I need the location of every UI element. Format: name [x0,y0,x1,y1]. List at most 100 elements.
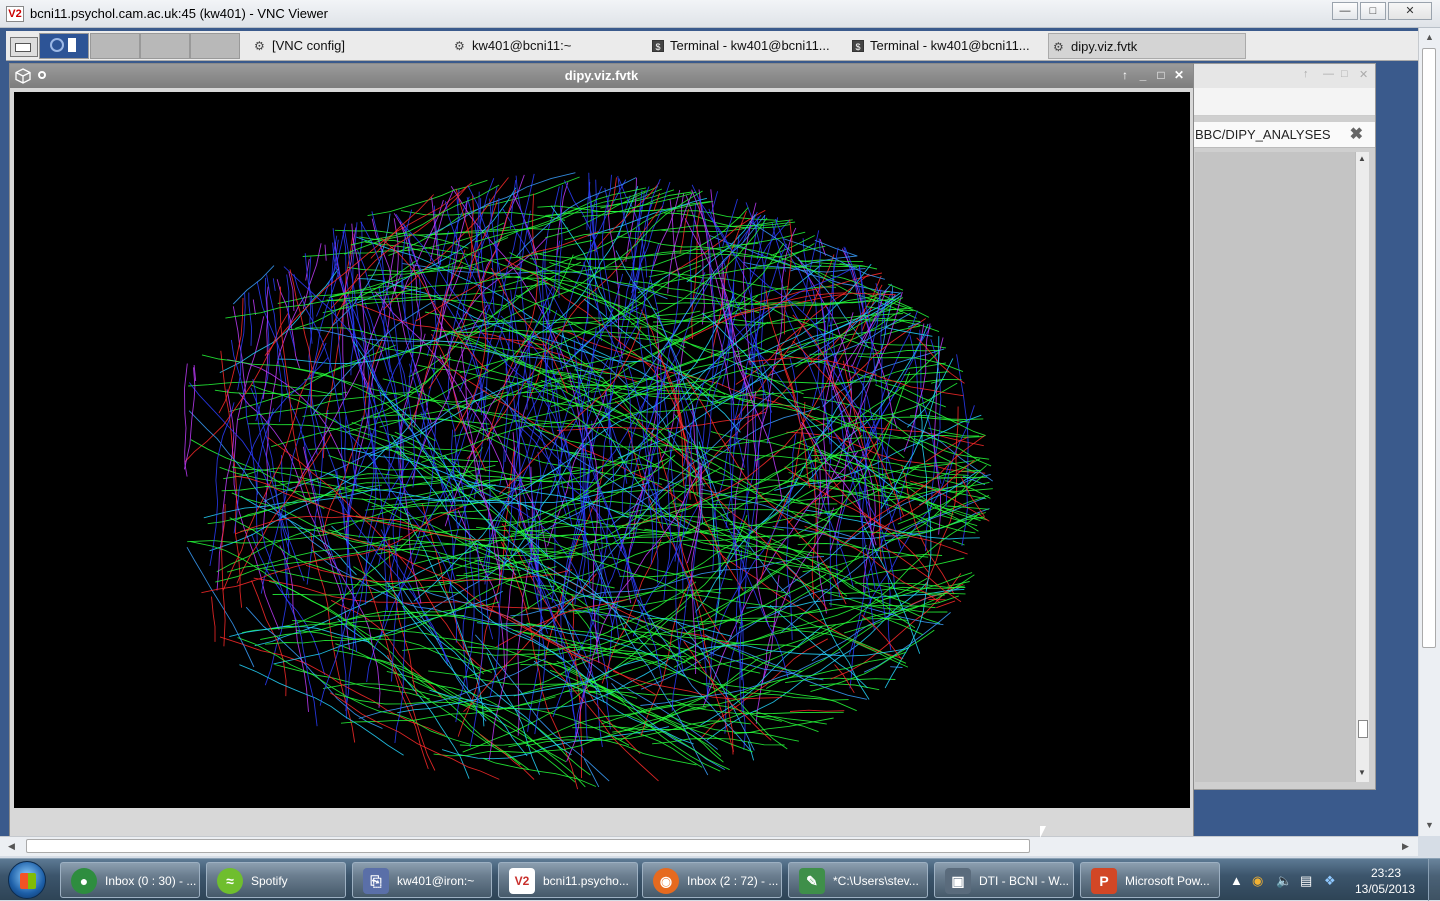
show-desktop-button[interactable] [1428,859,1440,901]
task-dipy-viz-fvtk[interactable]: ⚙ dipy.viz.fvtk [1048,33,1246,59]
terminal-icon: $ [652,40,664,52]
streamline [260,615,555,639]
show-desktop-button[interactable] [10,37,38,57]
streamline [785,678,895,683]
streamline [921,324,924,342]
streamline [187,547,254,667]
firefox-icon: ◉ [653,868,679,894]
streamline [451,186,583,461]
vertical-scrollbar[interactable]: ▲ ▼ [1355,152,1369,782]
task-terminal-2[interactable]: $ Terminal - kw401@bcni11... [848,33,1046,59]
streamline [653,291,890,322]
scroll-up-icon[interactable]: ▲ [1358,154,1366,163]
maximize-icon[interactable]: □ [1360,2,1386,20]
streamline [403,264,668,299]
streamline [331,236,337,286]
dipy-window-title: dipy.viz.fvtk [10,68,1193,83]
streamline [220,268,339,373]
taskbar-notepad[interactable]: ✎ *C:\Users\stev... [788,862,928,898]
streamline [368,180,488,215]
dropbox-icon[interactable]: ❖ [1324,873,1336,889]
terminal-icon: $ [852,40,864,52]
scroll-up-icon[interactable]: ▲ [1425,32,1434,42]
gear-icon: ⚙ [1053,41,1065,53]
windows-taskbar: ● Inbox (0 : 30) - ... ≈ Spotify ⎘ kw401… [0,858,1440,900]
task-kw401-bcni11[interactable]: ⚙ kw401@bcni11:~ [450,33,640,59]
tractography-render-canvas[interactable] [14,92,1190,808]
remote-desktop[interactable]: ⚙ [VNC config] ⚙ kw401@bcni11:~ $ Termin… [0,28,1418,836]
streamline [790,710,844,711]
start-button[interactable] [8,861,46,899]
streamline [212,597,216,642]
vnc-horizontal-scrollbar[interactable]: ◀ ▶ [0,836,1418,856]
close-tab-icon[interactable]: ✖ [1350,124,1363,144]
tray-app-icon[interactable]: ◉ [1252,873,1263,889]
close-icon[interactable]: ✕ [1359,68,1368,81]
streamline [511,457,819,618]
workspace-2[interactable] [90,33,140,59]
putty-icon: ⎘ [363,868,389,894]
task-vnc-config[interactable]: ⚙ [VNC config] [250,33,440,59]
raise-icon[interactable]: ↑ [1118,67,1132,83]
gear-icon: ⚙ [254,40,266,52]
workspace-1[interactable] [39,33,89,59]
taskbar-chrome[interactable]: ● Inbox (0 : 30) - ... [60,862,200,898]
background-window-toolbar [1189,88,1375,116]
streamline [927,595,945,596]
dipy-titlebar[interactable]: dipy.viz.fvtk ↑ _ □ ✕ [10,64,1193,88]
streamline [671,504,829,522]
streamline [940,477,987,478]
maximize-icon[interactable]: □ [1154,67,1168,83]
taskbar-network-drive[interactable]: ▣ DTI - BCNI - W... [934,862,1074,898]
location-tab[interactable]: BBC/DIPY_ANALYSES ✖ [1189,122,1375,148]
powerpoint-icon: P [1091,868,1117,894]
streamline [815,240,858,256]
close-icon[interactable]: ✕ [1388,2,1432,20]
scroll-down-icon[interactable]: ▼ [1358,768,1366,777]
pin-icon[interactable]: ↑ [1303,68,1309,80]
streamline [757,717,827,725]
file-pane[interactable] [1195,152,1355,782]
streamline [881,299,901,548]
scrollbar-thumb[interactable] [1358,720,1368,738]
workspace-3[interactable] [140,33,190,59]
streamline [831,573,961,679]
background-window-titlebar: ↑ — □ ✕ [1189,64,1375,88]
volume-icon[interactable]: 🔈 [1276,873,1292,889]
workspace-4[interactable] [190,33,240,59]
dipy-window[interactable]: dipy.viz.fvtk ↑ _ □ ✕ [9,63,1194,838]
scrollbar-thumb[interactable] [26,839,1030,853]
minimize-icon[interactable]: _ [1136,67,1150,83]
streamline [395,432,598,642]
streamline [904,372,949,375]
vnc-vertical-scrollbar[interactable]: ▲ ▼ [1418,28,1440,836]
taskbar-putty[interactable]: ⎘ kw401@iron:~ [352,862,492,898]
clock-time[interactable]: 23:23 [1356,866,1416,880]
streamline [253,300,255,315]
streamline [483,758,596,786]
streamline [517,178,637,257]
clock-date[interactable]: 13/05/2013 [1350,882,1420,896]
network-icon[interactable]: ▤ [1300,873,1312,889]
scroll-down-icon[interactable]: ▼ [1425,820,1434,830]
taskbar-vnc[interactable]: V2 bcni11.psycho... [498,862,638,898]
streamline [252,581,287,697]
taskbar-powerpoint[interactable]: P Microsoft Pow... [1080,862,1220,898]
taskbar-firefox[interactable]: ◉ Inbox (2 : 72) - ... [642,862,782,898]
task-terminal-1[interactable]: $ Terminal - kw401@bcni11... [648,33,848,59]
streamlines [14,92,1190,808]
streamline [410,364,458,528]
minimize-icon[interactable]: — [1323,68,1334,80]
close-icon[interactable]: ✕ [1172,67,1186,83]
scrollbar-thumb[interactable] [1422,48,1436,648]
streamline [316,224,345,317]
streamline [914,439,989,460]
minimize-icon[interactable]: — [1332,2,1358,20]
network-drive-icon: ▣ [945,868,971,894]
maximize-icon[interactable]: □ [1341,68,1348,80]
scroll-left-icon[interactable]: ◀ [8,841,15,852]
taskbar-spotify[interactable]: ≈ Spotify [206,862,346,898]
tray-expand-icon[interactable]: ▲ [1230,873,1243,888]
background-window[interactable]: ↑ — □ ✕ BBC/DIPY_ANALYSES ✖ ▲ ▼ [1188,63,1376,790]
scroll-right-icon[interactable]: ▶ [1402,841,1409,852]
